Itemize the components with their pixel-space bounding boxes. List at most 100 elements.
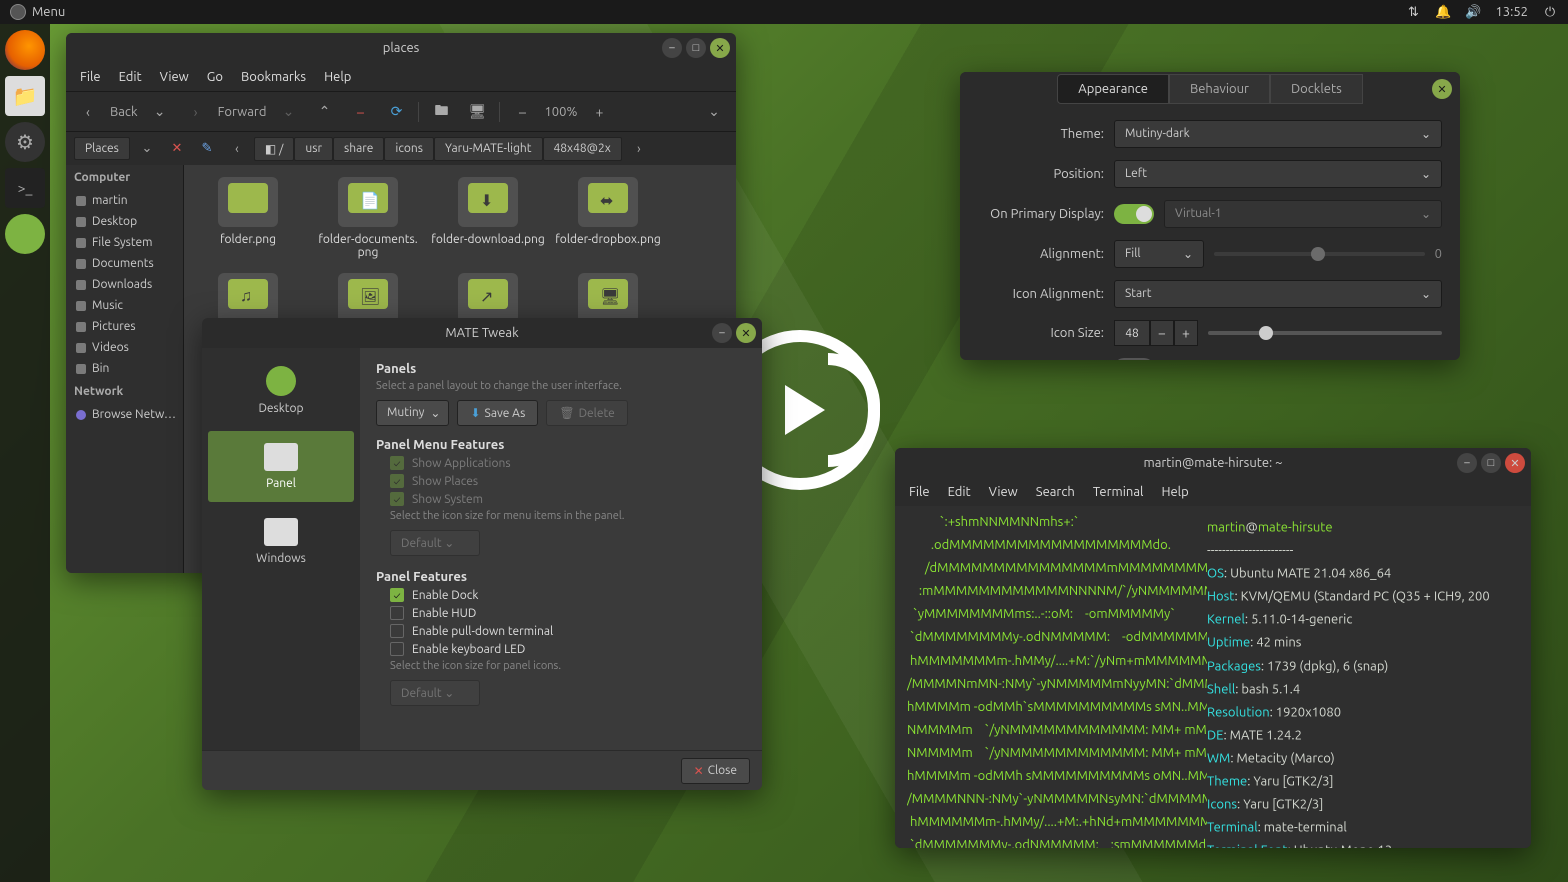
position-select[interactable]: Left⌄ — [1114, 160, 1442, 188]
checkbox-row[interactable]: ✓Show System — [390, 492, 746, 506]
minimize-button[interactable]: – — [662, 38, 682, 58]
sidebar-item-browse-network[interactable]: Browse Netw… — [66, 404, 183, 425]
checkbox-row[interactable]: ✓Enable Dock — [390, 588, 746, 602]
close-button[interactable]: ✕ — [710, 38, 730, 58]
dock-app-files[interactable]: 📁 — [5, 76, 45, 116]
close-button[interactable]: ✕ — [1505, 453, 1525, 473]
forward-chevron-icon[interactable]: ⌄ — [274, 98, 302, 126]
path-segment[interactable]: share — [333, 137, 384, 161]
icon-size-decrement[interactable]: − — [1150, 320, 1174, 346]
panel-layout-select[interactable]: Mutiny ⌄ — [376, 400, 449, 426]
menu-item-search[interactable]: Search — [1028, 481, 1083, 503]
back-chevron-icon[interactable]: ⌄ — [146, 98, 174, 126]
sidebar-item[interactable]: Desktop — [66, 211, 183, 232]
icon-size-increment[interactable]: + — [1174, 320, 1198, 346]
dock-app-terminal[interactable]: >_ — [5, 168, 45, 208]
menu-item-terminal[interactable]: Terminal — [1085, 481, 1152, 503]
path-segment[interactable]: icons — [384, 137, 434, 161]
file-item[interactable]: ⬇folder-download.png — [428, 177, 548, 259]
checkbox-row[interactable]: ✓Show Places — [390, 474, 746, 488]
home-button[interactable]: 🖿 — [427, 98, 455, 126]
file-item[interactable]: folder.png — [188, 177, 308, 259]
edit-path-icon[interactable]: ✎ — [194, 136, 220, 162]
icon-size-slider[interactable] — [1208, 331, 1442, 335]
path-segment[interactable]: 48x48@2x — [543, 137, 622, 161]
terminal-output[interactable]: `:+shmNNMMNNmhs+:`martin@mate-hirsute .o… — [895, 506, 1531, 848]
checkbox-row[interactable]: Enable keyboard LED — [390, 642, 746, 656]
sidebar-item[interactable]: Music — [66, 295, 183, 316]
display-select[interactable]: Virtual-1⌄ — [1164, 200, 1442, 228]
icon-alignment-select[interactable]: Start⌄ — [1114, 280, 1442, 308]
checkbox-row[interactable]: ✓Show Applications — [390, 456, 746, 470]
notifications-icon[interactable]: 🔔 — [1435, 4, 1451, 20]
zoom-in-button[interactable]: + — [585, 98, 613, 126]
tweak-cat-panel[interactable]: Panel — [208, 431, 354, 502]
tweak-titlebar[interactable]: MATE Tweak – ✕ — [202, 318, 762, 348]
side-chevron-icon[interactable]: ⌄ — [134, 136, 160, 162]
menu-item-help[interactable]: Help — [1153, 481, 1196, 503]
path-next-icon[interactable]: › — [626, 136, 652, 162]
minimize-button[interactable]: – — [1457, 453, 1477, 473]
menu-item-file[interactable]: File — [901, 481, 938, 503]
menu-item-help[interactable]: Help — [316, 66, 359, 88]
menu-item-edit[interactable]: Edit — [111, 66, 150, 88]
delete-button[interactable]: 🗑Delete — [546, 400, 627, 426]
close-button[interactable]: ✕Close — [681, 758, 750, 784]
tab-docklets[interactable]: Docklets — [1270, 74, 1363, 104]
volume-icon[interactable]: 🔊 — [1465, 4, 1481, 20]
computer-button[interactable]: 🖥 — [463, 98, 491, 126]
menu-item-bookmarks[interactable]: Bookmarks — [233, 66, 314, 88]
fm-titlebar[interactable]: places – □ ✕ — [66, 33, 736, 63]
close-button[interactable]: ✕ — [736, 323, 756, 343]
power-icon[interactable]: ⏻ — [1542, 4, 1558, 20]
reload-button[interactable]: ⟳ — [382, 98, 410, 126]
minimize-button[interactable]: – — [712, 323, 732, 343]
stop-button[interactable]: – — [346, 98, 374, 126]
sidebar-item[interactable]: Downloads — [66, 274, 183, 295]
menu-item-file[interactable]: File — [72, 66, 109, 88]
path-segment[interactable]: usr — [294, 137, 333, 161]
path-segment[interactable]: ◧ / — [254, 137, 295, 161]
close-button[interactable]: ✕ — [1432, 79, 1452, 99]
sidebar-item[interactable]: martin — [66, 190, 183, 211]
side-pane-selector[interactable]: Places — [74, 137, 130, 160]
tweak-cat-desktop[interactable]: Desktop — [208, 354, 354, 427]
zoom-out-button[interactable]: – — [508, 98, 536, 126]
tweak-cat-windows[interactable]: Windows — [208, 506, 354, 577]
forward-button[interactable]: › — [182, 98, 210, 126]
tab-appearance[interactable]: Appearance — [1057, 74, 1169, 104]
network-icon[interactable]: ⇅ — [1405, 4, 1421, 20]
menu-item-edit[interactable]: Edit — [940, 481, 979, 503]
theme-select[interactable]: Mutiny-dark⌄ — [1114, 120, 1442, 148]
up-button[interactable]: ⌃ — [310, 98, 338, 126]
checkbox-row[interactable]: Enable pull-down terminal — [390, 624, 746, 638]
dock-app-firefox[interactable] — [5, 30, 45, 70]
dock-app-settings[interactable]: ⚙ — [5, 122, 45, 162]
menu-icon-size-select[interactable]: Default ⌄ — [390, 530, 480, 556]
maximize-button[interactable]: □ — [686, 38, 706, 58]
sidebar-item[interactable]: Pictures — [66, 316, 183, 337]
save-as-button[interactable]: ⬇Save As — [457, 400, 538, 426]
panel-icon-size-select[interactable]: Default ⌄ — [390, 680, 480, 706]
file-item[interactable]: ⬌folder-dropbox.png — [548, 177, 668, 259]
icon-zoom-toggle[interactable] — [1114, 358, 1154, 360]
alignment-slider[interactable] — [1214, 252, 1425, 256]
primary-display-toggle[interactable] — [1114, 204, 1154, 224]
path-segment[interactable]: Yaru-MATE-light — [434, 137, 543, 161]
sidebar-item[interactable]: Videos — [66, 337, 183, 358]
path-prev-icon[interactable]: ‹ — [224, 136, 250, 162]
menu-item-go[interactable]: Go — [199, 66, 231, 88]
sidebar-item[interactable]: File System — [66, 232, 183, 253]
term-titlebar[interactable]: martin@mate-hirsute: ~ – □ ✕ — [895, 448, 1531, 478]
side-close-icon[interactable]: ✕ — [164, 136, 190, 162]
dock-app-mate-tweak[interactable] — [5, 214, 45, 254]
back-button[interactable]: ‹ — [74, 98, 102, 126]
alignment-select[interactable]: Fill⌄ — [1114, 240, 1204, 268]
maximize-button[interactable]: □ — [1481, 453, 1501, 473]
view-dropdown[interactable]: ⌄ — [700, 98, 728, 126]
sidebar-item[interactable]: Bin — [66, 358, 183, 379]
tab-behaviour[interactable]: Behaviour — [1169, 74, 1270, 104]
clock[interactable]: 13:52 — [1495, 5, 1528, 19]
menu-item-view[interactable]: View — [152, 66, 197, 88]
sidebar-item[interactable]: Documents — [66, 253, 183, 274]
